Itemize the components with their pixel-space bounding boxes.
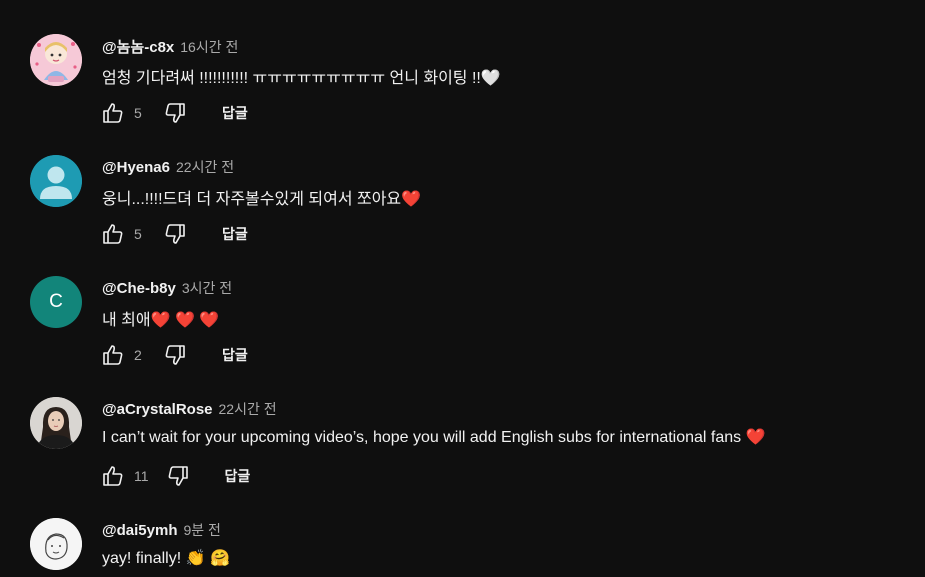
comment-time[interactable]: 16시간 전 bbox=[180, 37, 238, 57]
reply-button[interactable]: 답글 bbox=[222, 224, 248, 244]
thumbs-up-icon bbox=[103, 103, 123, 123]
avatar[interactable] bbox=[30, 518, 82, 570]
comment-time[interactable]: 9분 전 bbox=[183, 520, 220, 540]
comment-header: @Che-b8y 3시간 전 bbox=[102, 278, 232, 298]
comment-header: @Hyena6 22시간 전 bbox=[102, 157, 234, 177]
dislike-button[interactable] bbox=[162, 221, 188, 247]
comment-header: @aCrystalRose 22시간 전 bbox=[102, 399, 277, 419]
cartoon-girl-avatar-icon bbox=[30, 34, 82, 86]
like-button[interactable] bbox=[100, 342, 126, 368]
like-button[interactable] bbox=[100, 100, 126, 126]
thumbs-up-icon bbox=[103, 345, 123, 365]
comment-actions: 2 답글 bbox=[100, 342, 248, 368]
dislike-button[interactable] bbox=[162, 100, 188, 126]
thumbs-down-icon bbox=[165, 103, 185, 123]
default-person-avatar-icon bbox=[30, 155, 82, 207]
like-count: 5 bbox=[134, 226, 142, 242]
reply-button[interactable]: 답글 bbox=[222, 345, 248, 365]
comment-author[interactable]: @Hyena6 bbox=[102, 159, 170, 176]
comment-author[interactable]: @Che-b8y bbox=[102, 280, 176, 297]
comment-text: yay! finally! 👏 🤗 bbox=[102, 550, 230, 567]
comment-text: 웅니...!!!!드뎌 더 자주볼수있게 되여서 쪼아요❤️ bbox=[102, 191, 422, 208]
comment-time[interactable]: 22시간 전 bbox=[219, 399, 277, 419]
woman-portrait-avatar-icon bbox=[30, 397, 82, 449]
dislike-button[interactable] bbox=[165, 463, 191, 489]
reply-button[interactable]: 답글 bbox=[225, 466, 251, 486]
comment-text: I can’t wait for your upcoming video’s, … bbox=[102, 429, 766, 446]
reply-button[interactable]: 답글 bbox=[222, 103, 248, 123]
avatar[interactable] bbox=[30, 34, 82, 86]
comment-time[interactable]: 3시간 전 bbox=[182, 278, 232, 298]
avatar-letter: C bbox=[49, 291, 63, 312]
comment-author[interactable]: @놈놈-c8x bbox=[102, 36, 174, 57]
comment-author[interactable]: @aCrystalRose bbox=[102, 401, 213, 418]
dislike-button[interactable] bbox=[162, 342, 188, 368]
like-count: 11 bbox=[134, 468, 149, 484]
thumbs-up-icon bbox=[103, 224, 123, 244]
comment-actions: 5 답글 bbox=[100, 221, 248, 247]
comment-author[interactable]: @dai5ymh bbox=[102, 522, 177, 539]
like-button[interactable] bbox=[100, 221, 126, 247]
like-count: 2 bbox=[134, 347, 142, 363]
comment-header: @놈놈-c8x 16시간 전 bbox=[102, 36, 238, 56]
sketch-face-avatar-icon bbox=[30, 518, 82, 570]
thumbs-down-icon bbox=[165, 224, 185, 244]
avatar[interactable]: C bbox=[30, 276, 82, 328]
comment-actions: 5 답글 bbox=[100, 100, 248, 126]
thumbs-down-icon bbox=[168, 466, 188, 486]
thumbs-down-icon bbox=[165, 345, 185, 365]
comment-header: @dai5ymh 9분 전 bbox=[102, 520, 221, 540]
thumbs-up-icon bbox=[103, 466, 123, 486]
avatar[interactable] bbox=[30, 155, 82, 207]
comment-actions: 11 답글 bbox=[100, 463, 250, 489]
like-button[interactable] bbox=[100, 463, 126, 489]
comment-text: 내 최애❤️ ❤️ ❤️ bbox=[102, 312, 220, 329]
previous-comment-actions-fragment bbox=[100, 0, 220, 4]
comment-time[interactable]: 22시간 전 bbox=[176, 157, 234, 177]
comment-text: 엄청 기다려써 !!!!!!!!!!! ㅠㅠㅠㅠㅠㅠㅠㅠㅠ 언니 화이팅 !!🤍 bbox=[102, 70, 501, 87]
like-count: 5 bbox=[134, 105, 142, 121]
avatar[interactable] bbox=[30, 397, 82, 449]
